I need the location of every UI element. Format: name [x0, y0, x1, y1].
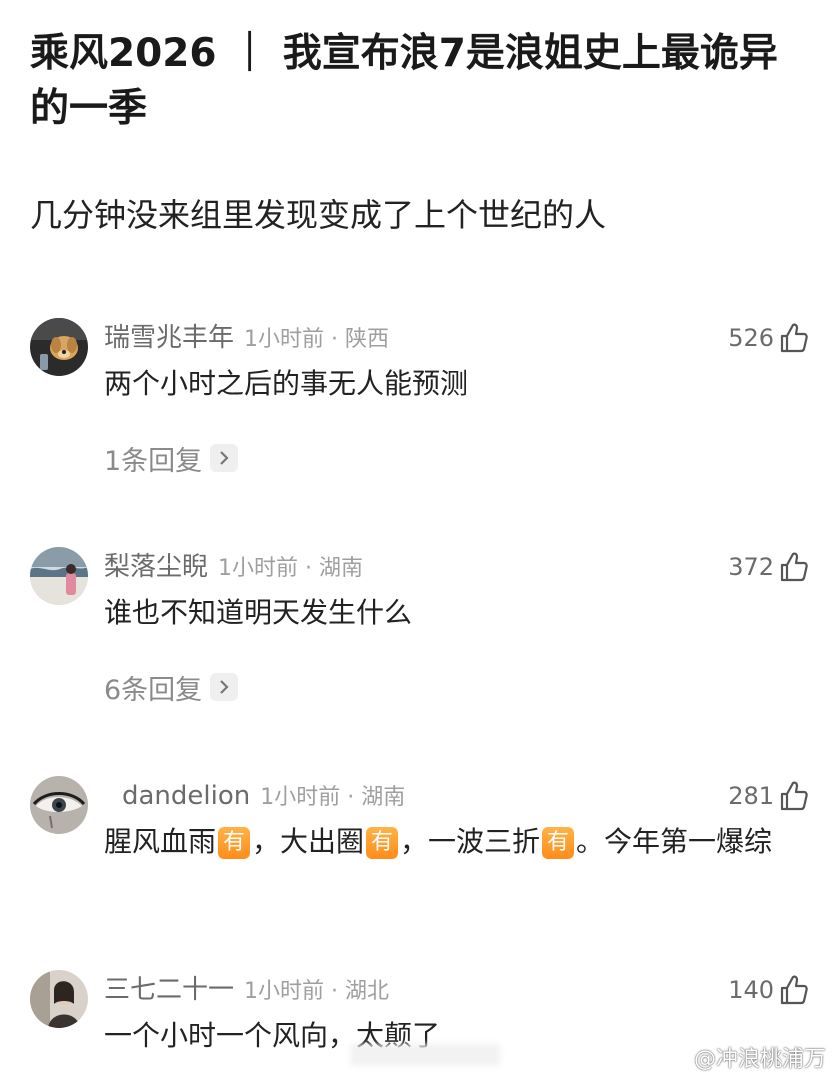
like-button[interactable]: 526 — [728, 318, 808, 358]
thumbs-up-icon[interactable] — [780, 323, 808, 353]
chevron-right-icon — [210, 673, 239, 701]
like-button[interactable]: 281 — [728, 776, 808, 816]
comment-time-location: 1小时前 · 湖南 — [260, 785, 406, 810]
replies-button[interactable]: 1条回复 — [104, 438, 239, 478]
seaside-avatar[interactable] — [30, 547, 88, 605]
comment-time-location: 1小时前 · 湖北 — [244, 979, 389, 1004]
comment-text: 谁也不知道明天发生什么 — [104, 596, 413, 629]
comment-text: 两个小时之后的事无人能预测 — [104, 367, 469, 400]
comment-text-part: ，一波三折 — [400, 825, 541, 858]
you-badge-icon: 有 — [366, 827, 399, 859]
comment-text-part: ，大出圈 — [252, 825, 365, 858]
thumbs-up-icon[interactable] — [780, 552, 808, 582]
comment-meta: dandelion 1小时前 · 湖南 — [122, 778, 405, 814]
you-badge-icon: 有 — [218, 827, 251, 859]
blurred-overlay — [350, 1044, 500, 1066]
like-count: 372 — [728, 553, 774, 581]
watermark: @冲浪桃浦万 — [660, 1040, 826, 1074]
weibo-logo-icon — [660, 1044, 690, 1070]
comment-text: 腥风血雨有，大出圈有，一波三折有。今年第一爆综 — [104, 820, 794, 864]
replies-label: 1条回复 — [104, 445, 203, 477]
comment-text-part: 腥风血雨 — [104, 825, 217, 858]
you-badge-icon: 有 — [542, 827, 575, 859]
comment-meta: 三七二十一 1小时前 · 湖北 — [104, 972, 389, 1008]
watermark-text: @冲浪桃浦万 — [693, 1047, 826, 1072]
replies-button[interactable]: 6条回复 — [104, 667, 239, 707]
replies-label: 6条回复 — [104, 674, 203, 706]
comment-meta: 梨落尘睨 1小时前 · 湖南 — [104, 549, 363, 585]
comment-meta: 瑞雪兆丰年 1小时前 · 陕西 — [104, 320, 389, 356]
thumbs-up-icon[interactable] — [780, 781, 808, 811]
like-count: 281 — [728, 782, 774, 810]
thumbs-up-icon[interactable] — [780, 975, 808, 1005]
like-button[interactable]: 372 — [728, 547, 808, 587]
dog-avatar[interactable] — [30, 318, 88, 376]
comment-text-part: 。今年第一爆综 — [576, 825, 773, 858]
comment-username[interactable]: 梨落尘睨 — [104, 552, 208, 582]
person-avatar[interactable] — [30, 970, 88, 1028]
comment-username[interactable]: 瑞雪兆丰年 — [104, 323, 234, 353]
chevron-right-icon — [210, 444, 239, 472]
comment-username[interactable]: 三七二十一 — [104, 975, 234, 1005]
like-count: 526 — [728, 324, 774, 352]
comment-time-location: 1小时前 · 湖南 — [218, 556, 363, 581]
post-title: 乘风2026 ｜ 我宣布浪7是浪姐史上最诡异的一季 — [30, 31, 778, 131]
eye-avatar[interactable] — [30, 776, 88, 834]
like-button[interactable]: 140 — [728, 970, 808, 1010]
comment-username[interactable]: dandelion — [122, 781, 250, 811]
comment-time-location: 1小时前 · 陕西 — [244, 327, 389, 352]
like-count: 140 — [728, 976, 774, 1004]
post-subtitle: 几分钟没来组里发现变成了上个世纪的人 — [30, 196, 607, 234]
